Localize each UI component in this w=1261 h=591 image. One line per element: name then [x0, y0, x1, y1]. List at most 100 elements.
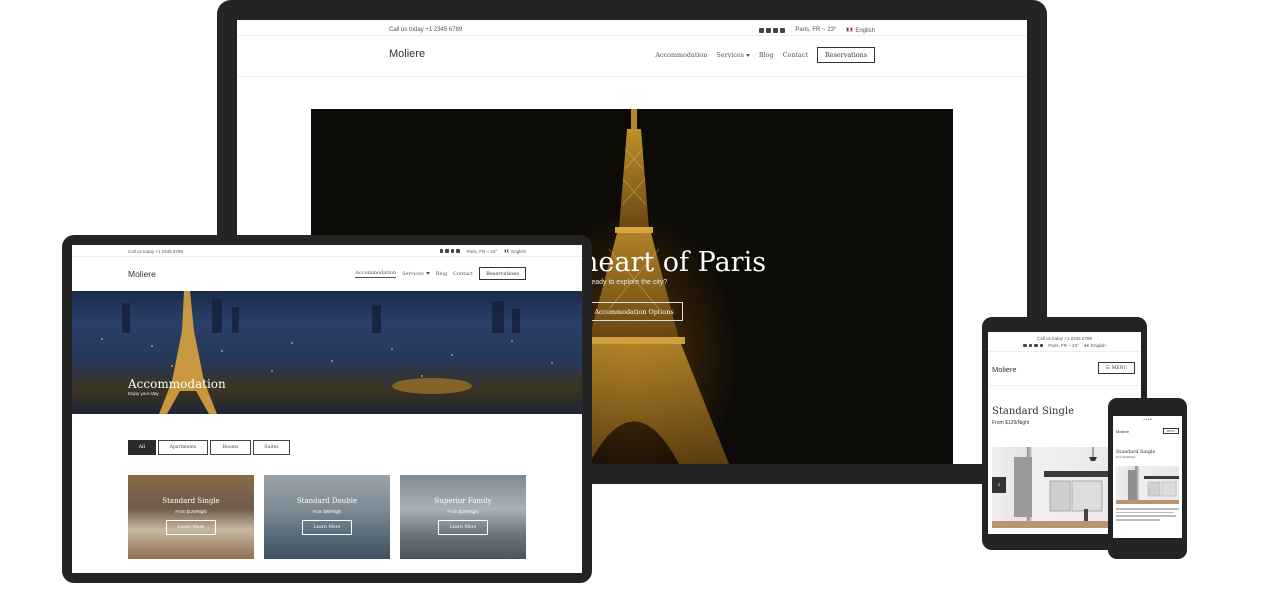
nav-accommodation[interactable]: Accommodation — [355, 270, 397, 278]
room-description — [1116, 508, 1179, 523]
room-card[interactable]: Superior Family From $109/Night Learn Mo… — [400, 475, 526, 559]
nav-accommodation[interactable]: Accommodation — [655, 51, 707, 59]
room-title: Standard Single — [1116, 450, 1156, 455]
phone-device: ● ● ● ■ Moliere MENU Standard Single Fro… — [1108, 398, 1187, 559]
chevron-left-icon[interactable]: ‹ — [992, 477, 1006, 493]
twitter-icon[interactable] — [445, 249, 449, 253]
divider — [237, 35, 1027, 36]
nav-contact[interactable]: Contact — [453, 271, 473, 277]
uk-flag-icon — [846, 26, 854, 32]
phone-number: Call us today +1 2345 6789 — [389, 27, 463, 33]
main-nav: Accommodation Services Blog Contact Rese… — [655, 47, 875, 63]
room-title: Standard Single — [162, 497, 220, 505]
weather-text: Paris, FR ~ 23° — [466, 248, 498, 254]
menu-label: MENU — [1111, 365, 1128, 371]
email-icon[interactable] — [1039, 343, 1044, 348]
accommodation-hero: Accommodation Enjoy your stay — [72, 291, 582, 414]
accommodation-subtitle: Enjoy your stay — [128, 391, 159, 396]
language-label: English — [855, 27, 875, 34]
hero-subtitle: ready to explore the city? — [589, 279, 668, 286]
reservations-button[interactable]: Reservations — [817, 47, 875, 63]
menu-button[interactable]: ☰ MENU — [1098, 362, 1135, 374]
accommodation-title: Accommodation — [128, 377, 226, 391]
filter-tabs: All Apartments Rooms Suites — [128, 440, 290, 455]
kitchen-illustration — [1116, 470, 1179, 504]
nav-services[interactable]: Services — [716, 51, 750, 59]
learn-more-button[interactable]: Learn More — [302, 520, 352, 535]
instagram-icon[interactable] — [773, 27, 779, 33]
accommodation-options-button[interactable]: Accommodation Options — [585, 302, 683, 321]
weather-text: Paris, FR ~ 23° — [795, 27, 837, 33]
top-bar: ● ● ● ■ — [1143, 418, 1152, 421]
logo[interactable]: Moliere — [1116, 429, 1129, 434]
room-title: Standard Double — [296, 497, 358, 505]
email-icon[interactable] — [780, 27, 786, 33]
divider — [988, 351, 1141, 352]
filter-suites[interactable]: Suites — [253, 440, 290, 455]
nav-services-label: Services — [402, 270, 424, 277]
nav-blog[interactable]: Blog — [759, 51, 774, 59]
chevron-down-icon — [745, 53, 750, 57]
room-price: From $109/Night — [447, 509, 479, 514]
room-title: Superior Family — [434, 497, 492, 505]
social-links — [759, 27, 786, 33]
twitter-icon[interactable] — [766, 27, 772, 33]
filter-apartments[interactable]: Apartments — [158, 440, 208, 455]
phone-screen: ● ● ● ■ Moliere MENU Standard Single Fro… — [1113, 416, 1182, 538]
divider — [237, 76, 1027, 77]
hamburger-icon: ☰ — [1105, 365, 1110, 371]
room-card[interactable]: Standard Single From $129/Night Learn Mo… — [128, 475, 254, 559]
language-selector[interactable]: English — [846, 26, 875, 34]
hero-title: heart of Paris — [581, 247, 767, 278]
chevron-down-icon — [425, 271, 430, 275]
kitchen-illustration — [992, 447, 1108, 528]
phone-number: Call us today +1 2345 6789 — [128, 248, 183, 254]
learn-more-button[interactable]: Learn More — [166, 520, 216, 535]
filter-rooms[interactable]: Rooms — [210, 440, 251, 455]
top-bar: Paris, FR ~ 23° English — [988, 343, 1141, 348]
instagram-icon[interactable] — [450, 249, 455, 253]
social-links — [439, 249, 460, 253]
room-price: From $99/Night — [312, 509, 342, 514]
room-price: From $129/Night — [1116, 456, 1136, 459]
filter-all[interactable]: All — [128, 440, 156, 455]
weather-text: Paris, FR ~ 23° — [1048, 343, 1079, 348]
reservations-button[interactable]: Reservations — [479, 267, 526, 280]
logo[interactable]: Moliere — [128, 269, 156, 279]
divider — [988, 385, 1141, 386]
logo[interactable]: Moliere — [992, 365, 1017, 374]
social-links — [1023, 343, 1044, 348]
room-price: From $129/Night — [992, 420, 1030, 426]
nav-blog[interactable]: Blog — [436, 271, 447, 277]
tablet-device: Call us today +1 2345 6789 Paris, FR ~ 2… — [62, 235, 592, 583]
facebook-icon[interactable] — [759, 27, 765, 33]
logo[interactable]: Moliere — [389, 48, 425, 60]
language-label: English — [511, 248, 526, 254]
room-title: Standard Single — [992, 406, 1075, 417]
main-nav: Accommodation Services Blog Contact Rese… — [355, 267, 526, 280]
phone-number: Call us today +1 2345 6789 — [1037, 336, 1092, 341]
nav-services-label: Services — [716, 51, 744, 59]
twitter-icon[interactable] — [1028, 343, 1033, 348]
room-price: From $129/Night — [175, 509, 207, 514]
uk-flag-icon — [504, 249, 510, 253]
uk-flag-icon — [1083, 343, 1089, 347]
nav-contact[interactable]: Contact — [783, 51, 808, 59]
facebook-icon[interactable] — [1023, 343, 1027, 348]
facebook-icon[interactable] — [439, 249, 444, 253]
language-label: English — [1090, 343, 1106, 348]
instagram-icon[interactable] — [1034, 343, 1038, 348]
learn-more-button[interactable]: Learn More — [438, 520, 488, 535]
kitchen-image — [992, 447, 1108, 528]
room-cards: Standard Single From $129/Night Learn Mo… — [128, 475, 526, 559]
divider — [72, 256, 582, 257]
menu-button[interactable]: MENU — [1163, 428, 1179, 434]
tablet-screen: Call us today +1 2345 6789 Paris, FR ~ 2… — [72, 245, 582, 573]
top-bar: Call us today +1 2345 6789 Paris, FR ~ 2… — [128, 247, 526, 255]
language-selector[interactable]: English — [1083, 343, 1106, 348]
kitchen-image — [1116, 466, 1179, 504]
language-selector[interactable]: English — [504, 249, 526, 254]
email-icon[interactable] — [456, 249, 460, 253]
nav-services[interactable]: Services — [402, 271, 430, 277]
room-card[interactable]: Standard Double From $99/Night Learn Mor… — [264, 475, 390, 559]
